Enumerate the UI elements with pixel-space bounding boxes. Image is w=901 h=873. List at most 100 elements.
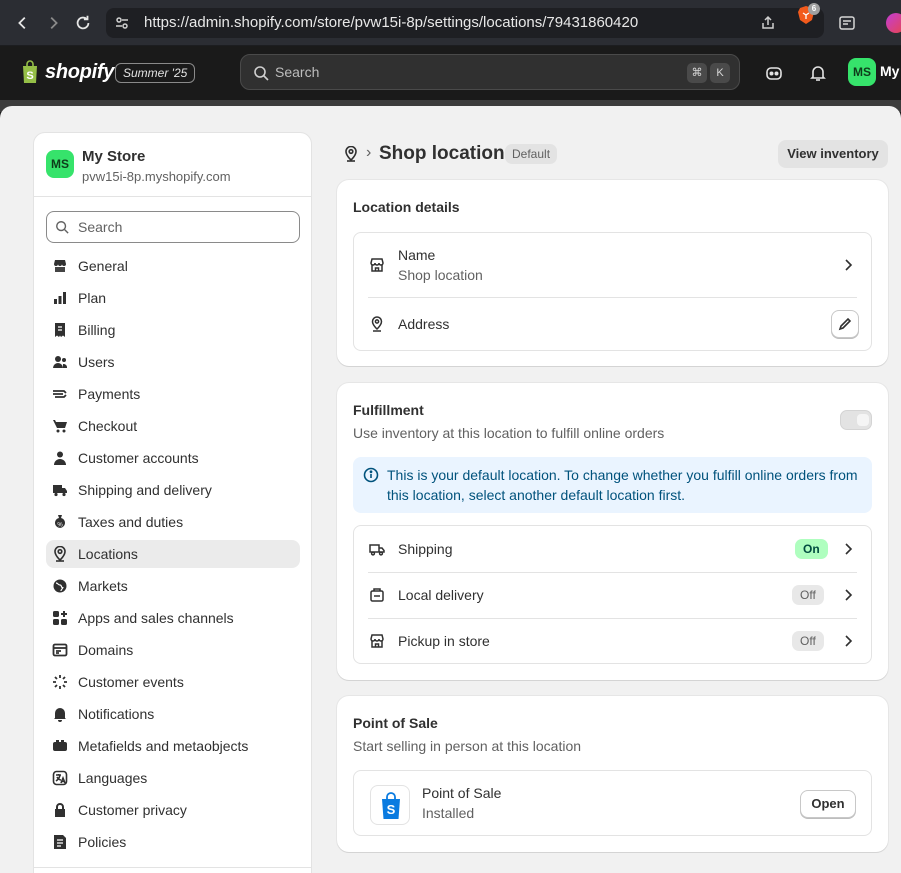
- lock-icon: [55, 803, 65, 817]
- sidebar-divider: [34, 867, 311, 868]
- chevron-right-icon: [845, 589, 853, 601]
- address-label: Address: [398, 316, 450, 332]
- default-location-banner: This is your default location. To change…: [353, 457, 872, 513]
- sidebar-item-label: Users: [78, 354, 115, 370]
- browser-profile-icon[interactable]: [886, 13, 901, 33]
- pickup-row[interactable]: Pickup in store Off: [354, 619, 871, 664]
- sidebar-item-checkout[interactable]: Checkout: [46, 412, 300, 440]
- page-title: Shop location: [379, 143, 505, 164]
- settings-search-input[interactable]: Search: [46, 211, 300, 243]
- url-text[interactable]: https://admin.shopify.com/store/pvw15i-8…: [144, 14, 638, 31]
- events-icon: [53, 675, 67, 689]
- pos-title: Point of Sale: [353, 715, 438, 731]
- store-avatar-top[interactable]: MS: [848, 58, 876, 86]
- sidebar-item-apps[interactable]: Apps and sales channels: [46, 604, 300, 632]
- local-delivery-icon: [370, 588, 384, 602]
- location-details-title: Location details: [353, 199, 460, 215]
- payments-icon: [53, 390, 67, 398]
- chevron-right-icon: [845, 543, 853, 555]
- sidebar-item-customer-accounts[interactable]: Customer accounts: [46, 444, 300, 472]
- sidebar-item-markets[interactable]: Markets: [46, 572, 300, 600]
- sidebar-item-users[interactable]: Users: [46, 348, 300, 376]
- notifications-bell-icon[interactable]: [808, 63, 828, 83]
- store-icon: [54, 260, 66, 272]
- sidebar-item-label: Domains: [78, 642, 134, 658]
- fulfillment-title: Fulfillment: [353, 402, 424, 418]
- tax-icon: %: [55, 515, 65, 529]
- sidebar-item-general[interactable]: General: [46, 252, 300, 280]
- fulfillment-toggle[interactable]: [840, 410, 872, 430]
- sidebar-item-policies[interactable]: Policies: [46, 828, 300, 856]
- sidebar-item-shipping[interactable]: Shipping and delivery: [46, 476, 300, 504]
- global-search[interactable]: Search ⌘ K: [240, 54, 740, 90]
- sidebar-item-customer-privacy[interactable]: Customer privacy: [46, 796, 300, 824]
- sidebar-item-label: Shipping and delivery: [78, 482, 212, 498]
- admin-topbar: S shopify Summer '25 Search ⌘ K MS My: [0, 46, 901, 100]
- view-inventory-button[interactable]: View inventory: [778, 140, 888, 168]
- fulfillment-card: Fulfillment Use inventory at this locati…: [337, 383, 888, 680]
- sidebar-item-label: Customer events: [78, 674, 184, 690]
- sidebar-item-locations[interactable]: Locations: [46, 540, 300, 568]
- shipping-status-badge: On: [795, 539, 828, 559]
- pos-subtitle: Start selling in person at this location: [353, 738, 582, 754]
- shipping-row[interactable]: Shipping On: [354, 526, 871, 572]
- address-bar[interactable]: https://admin.shopify.com/store/pvw15i-8…: [106, 8, 824, 38]
- site-settings-icon[interactable]: [114, 15, 130, 31]
- back-icon[interactable]: [13, 13, 33, 33]
- local-delivery-row[interactable]: Local delivery Off: [354, 573, 871, 618]
- truck-icon: [53, 485, 67, 497]
- sidebar-item-languages[interactable]: Languages: [46, 764, 300, 792]
- store-header[interactable]: MS My Store pvw15i-8p.myshopify.com: [34, 133, 311, 197]
- sidebar-item-billing[interactable]: Billing: [46, 316, 300, 344]
- edit-address-button[interactable]: [831, 310, 859, 338]
- sidebar-item-label: Taxes and duties: [78, 514, 184, 530]
- sidebar-item-label: Apps and sales channels: [78, 610, 234, 626]
- forward-icon[interactable]: [43, 13, 63, 33]
- store-domain: pvw15i-8p.myshopify.com: [82, 169, 231, 184]
- sidebar-item-payments[interactable]: Payments: [46, 380, 300, 408]
- name-row[interactable]: Name Shop location: [354, 233, 871, 297]
- point-of-sale-card: Point of Sale Start selling in person at…: [337, 696, 888, 852]
- sidebar-item-label: Policies: [78, 834, 127, 850]
- local-delivery-status-badge: Off: [792, 585, 824, 605]
- cart-icon: [53, 420, 67, 433]
- languages-icon: [52, 770, 68, 786]
- sidebar-item-label: Customer privacy: [78, 802, 187, 818]
- store-icon: [370, 634, 384, 648]
- chevron-right-icon: [845, 635, 853, 647]
- default-badge: Default: [505, 144, 558, 164]
- shopify-logo[interactable]: S shopify: [20, 60, 114, 84]
- edition-badge[interactable]: Summer '25: [115, 63, 196, 83]
- pickup-status-badge: Off: [792, 631, 824, 651]
- store-name: My Store: [82, 148, 146, 165]
- sidebar-item-taxes[interactable]: % Taxes and duties: [46, 508, 300, 536]
- shields-count-badge: 6: [808, 3, 820, 15]
- users-icon: [53, 356, 68, 368]
- plan-icon: [54, 292, 66, 304]
- sidebar-item-plan[interactable]: Plan: [46, 284, 300, 312]
- reload-icon[interactable]: [73, 13, 93, 33]
- toggle-knob: [857, 414, 869, 426]
- sidebar-item-customer-events[interactable]: Customer events: [46, 668, 300, 696]
- store-name-top[interactable]: My: [880, 63, 899, 79]
- name-label: Name: [398, 247, 436, 263]
- shopify-wordmark: shopify: [45, 60, 115, 83]
- sidebar-item-notifications[interactable]: Notifications: [46, 700, 300, 728]
- search-icon: [254, 66, 269, 81]
- store-icon: [370, 258, 384, 272]
- open-pos-button[interactable]: Open: [800, 790, 856, 818]
- sidebar-item-domains[interactable]: Domains: [46, 636, 300, 664]
- sidebar-item-label: Billing: [78, 322, 116, 338]
- reader-mode-icon[interactable]: [838, 14, 856, 32]
- browser-toolbar: https://admin.shopify.com/store/pvw15i-8…: [0, 0, 901, 46]
- local-delivery-label: Local delivery: [398, 587, 484, 603]
- pos-app-status: Installed: [422, 805, 475, 821]
- locations-breadcrumb-icon[interactable]: [343, 146, 359, 162]
- sidebar-item-label: Markets: [78, 578, 128, 594]
- share-icon[interactable]: [760, 15, 776, 31]
- settings-nav: General Plan Billing Users Payments Chec…: [46, 252, 300, 860]
- sidebar-item-metafields[interactable]: Metafields and metaobjects: [46, 732, 300, 760]
- sidekick-icon[interactable]: [764, 63, 784, 83]
- metafields-icon: [53, 740, 67, 751]
- apps-icon: [53, 611, 67, 625]
